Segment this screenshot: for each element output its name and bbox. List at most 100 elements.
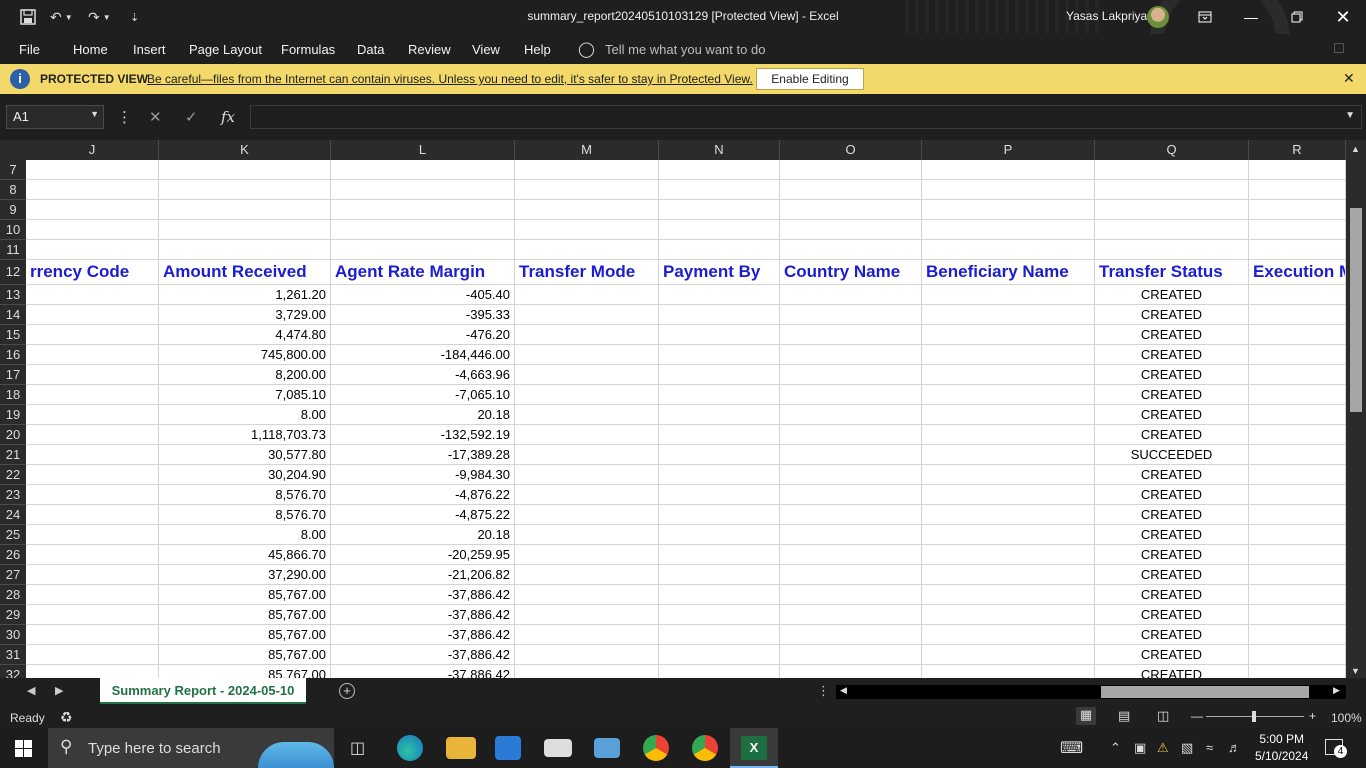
cell[interactable]	[659, 200, 780, 220]
cell[interactable]	[515, 345, 659, 365]
agent-rate-margin-cell[interactable]: -184,446.00	[331, 345, 515, 365]
close-icon[interactable]: ✕	[1320, 0, 1366, 34]
cell[interactable]	[26, 220, 159, 240]
transfer-status-cell[interactable]: CREATED	[1095, 565, 1249, 585]
zoom-out-icon[interactable]: —	[1191, 709, 1203, 723]
row-header[interactable]: 30	[0, 625, 26, 645]
row-header[interactable]: 22	[0, 465, 26, 485]
cell[interactable]	[659, 285, 780, 305]
cell[interactable]	[26, 625, 159, 645]
cell[interactable]	[26, 525, 159, 545]
cell[interactable]	[26, 585, 159, 605]
cell[interactable]	[515, 160, 659, 180]
taskbar-search[interactable]: ⚲ Type here to search	[48, 728, 334, 768]
amount-received-cell[interactable]: 45,866.70	[159, 545, 331, 565]
column-title[interactable]: Country Name	[780, 260, 922, 285]
amount-received-cell[interactable]: 8,576.70	[159, 485, 331, 505]
transfer-status-cell[interactable]: CREATED	[1095, 525, 1249, 545]
amount-received-cell[interactable]: 8,576.70	[159, 505, 331, 525]
cell[interactable]	[659, 240, 780, 260]
cell[interactable]	[922, 665, 1095, 678]
cell[interactable]	[780, 200, 922, 220]
agent-rate-margin-cell[interactable]: -476.20	[331, 325, 515, 345]
cell[interactable]	[331, 240, 515, 260]
close-icon[interactable]: ✕	[1343, 70, 1355, 87]
cell[interactable]	[780, 605, 922, 625]
agent-rate-margin-cell[interactable]: -7,065.10	[331, 385, 515, 405]
row-header[interactable]: 27	[0, 565, 26, 585]
cell[interactable]	[780, 445, 922, 465]
cell[interactable]	[922, 625, 1095, 645]
column-header-o[interactable]: O	[780, 140, 922, 160]
cell[interactable]	[1249, 505, 1346, 525]
transfer-status-cell[interactable]: CREATED	[1095, 645, 1249, 665]
agent-rate-margin-cell[interactable]: -4,663.96	[331, 365, 515, 385]
menu-view[interactable]: View	[472, 42, 500, 57]
amount-received-cell[interactable]: 8,200.00	[159, 365, 331, 385]
row-header[interactable]: 28	[0, 585, 26, 605]
cell[interactable]	[515, 405, 659, 425]
tell-me-search[interactable]: Tell me what you want to do	[605, 42, 765, 57]
cell[interactable]	[659, 645, 780, 665]
wifi-icon[interactable]: ≈	[1206, 740, 1213, 755]
cell[interactable]	[1249, 625, 1346, 645]
row-header[interactable]: 23	[0, 485, 26, 505]
cell[interactable]	[159, 160, 331, 180]
volume-icon[interactable]: ♬	[1228, 740, 1241, 755]
cancel-icon[interactable]: ✕	[149, 108, 162, 126]
row-header[interactable]: 10	[0, 220, 26, 240]
transfer-status-cell[interactable]: SUCCEEDED	[1095, 445, 1249, 465]
column-title[interactable]: Transfer Status	[1095, 260, 1249, 285]
warning-icon[interactable]: ⚠	[1157, 740, 1169, 756]
agent-rate-margin-cell[interactable]: 20.18	[331, 405, 515, 425]
cell[interactable]	[922, 405, 1095, 425]
horizontal-scrollbar[interactable]: ◀ ▶	[836, 685, 1346, 699]
agent-rate-margin-cell[interactable]: -37,886.42	[331, 605, 515, 625]
zoom-slider-handle[interactable]	[1252, 711, 1256, 722]
notification-icon[interactable]: 4	[1325, 739, 1347, 758]
keyboard-icon[interactable]: ⌨	[1060, 738, 1083, 758]
cell[interactable]	[922, 565, 1095, 585]
amount-received-cell[interactable]: 7,085.10	[159, 385, 331, 405]
cell[interactable]	[1249, 200, 1346, 220]
transfer-status-cell[interactable]: CREATED	[1095, 505, 1249, 525]
horizontal-scroll-thumb[interactable]	[1101, 686, 1309, 698]
column-title[interactable]: Beneficiary Name	[922, 260, 1095, 285]
transfer-status-cell[interactable]: CREATED	[1095, 625, 1249, 645]
cell[interactable]	[780, 285, 922, 305]
cell[interactable]	[515, 325, 659, 345]
row-header[interactable]: 26	[0, 545, 26, 565]
prev-sheet-icon[interactable]: ◀	[27, 684, 35, 697]
transfer-status-cell[interactable]: CREATED	[1095, 365, 1249, 385]
cell[interactable]	[1249, 665, 1346, 678]
cell[interactable]	[515, 485, 659, 505]
ribbon-display-icon[interactable]	[1182, 0, 1228, 34]
cell[interactable]	[659, 220, 780, 240]
column-title[interactable]: Amount Received	[159, 260, 331, 285]
normal-view-icon[interactable]: ▦	[1076, 707, 1096, 725]
cell[interactable]	[1249, 285, 1346, 305]
cell[interactable]	[515, 240, 659, 260]
zoom-in-icon[interactable]: +	[1309, 709, 1316, 723]
row-header[interactable]: 13	[0, 285, 26, 305]
cell[interactable]	[659, 405, 780, 425]
cell[interactable]	[780, 345, 922, 365]
cell[interactable]	[922, 160, 1095, 180]
comments-icon[interactable]: □	[1334, 40, 1344, 58]
cell[interactable]	[1249, 305, 1346, 325]
column-title[interactable]: Payment By	[659, 260, 780, 285]
cell[interactable]	[780, 180, 922, 200]
cell[interactable]	[159, 200, 331, 220]
cell[interactable]	[659, 505, 780, 525]
cell[interactable]	[515, 305, 659, 325]
scroll-left-icon[interactable]: ◀	[840, 685, 847, 696]
cell[interactable]	[780, 465, 922, 485]
cell[interactable]	[922, 385, 1095, 405]
cell[interactable]	[515, 505, 659, 525]
mail-icon[interactable]	[544, 739, 572, 757]
formula-input[interactable]: ▼	[250, 105, 1362, 129]
page-break-view-icon[interactable]: ◫	[1157, 708, 1169, 724]
transfer-status-cell[interactable]: CREATED	[1095, 485, 1249, 505]
amount-received-cell[interactable]: 8.00	[159, 525, 331, 545]
row-header[interactable]: 15	[0, 325, 26, 345]
